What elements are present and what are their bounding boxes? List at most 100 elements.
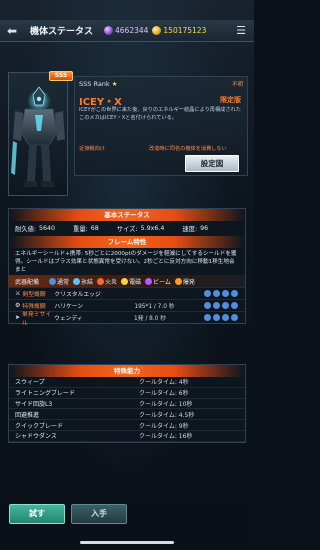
size-value: 5.9x6.4 <box>140 225 165 232</box>
ability-name: 回避推進 <box>15 411 40 419</box>
ability-name: サイド回旋L3 <box>15 400 53 408</box>
element-icon <box>213 302 220 309</box>
legend-item: 火炎 <box>97 277 117 286</box>
weapon-element-icons <box>203 302 239 309</box>
page-title: 機体ステータス <box>30 27 94 37</box>
electric-icon <box>121 277 129 285</box>
ability-row: シャドウダンス クールタイム: 16秒 <box>9 431 245 442</box>
ability-cooldown: クールタイム: 10秒 <box>139 400 193 408</box>
abilities-header: 特殊能力 <box>9 365 245 377</box>
ability-cooldown: クールタイム: 16秒 <box>139 433 193 441</box>
ability-row: クイックブレード クールタイム: 9秒 <box>9 420 245 431</box>
back-arrow-icon: ⬅ <box>6 23 18 38</box>
gem-icon <box>104 26 113 35</box>
rarity-badge: SSS <box>49 71 73 81</box>
ice-icon <box>73 277 81 285</box>
element-icon <box>204 290 211 297</box>
frame-trait-header: フレーム特性 <box>9 236 245 248</box>
damage-type-legend: 通常 氷結 火炎 電磁 ビーム 爆発 <box>49 277 199 286</box>
weapon-name: ウェンディ <box>54 316 83 322</box>
ability-cooldown: クールタイム: 4秒 <box>139 379 189 387</box>
element-icon <box>204 302 211 309</box>
explosion-icon <box>174 277 182 285</box>
frame-trait-text: エネルギーシールド+携帯: 5秒ごとに2000ptのダメージを軽減にしてするシー… <box>15 251 237 273</box>
basic-status-header: 基本ステータス <box>9 209 245 221</box>
blueprint-button[interactable]: 設定図 <box>185 155 239 172</box>
try-button[interactable]: 試す <box>9 504 65 524</box>
legend-label: 火炎 <box>105 278 118 286</box>
element-icon <box>231 314 238 321</box>
size-label: サイズ: <box>116 226 138 233</box>
legend-label: 爆発 <box>182 278 195 286</box>
element-icon <box>231 302 238 309</box>
weapon-row[interactable]: ➤ 単発ミサイル ウェンディ 1発 / 8.0 秒 <box>9 311 245 327</box>
status-note: 不明 <box>231 82 243 88</box>
missile-icon: ➤ <box>15 314 21 321</box>
back-button[interactable]: ⬅ <box>0 20 24 42</box>
fire-icon <box>97 277 105 285</box>
menu-icon: ☰ <box>236 24 246 37</box>
ability-row: サイド回旋L3 クールタイム: 10秒 <box>9 399 245 410</box>
weapon-spec: 195*1 / 7.0 秒 <box>134 304 175 310</box>
menu-button[interactable]: ☰ <box>232 22 250 40</box>
ability-name: シャドウダンス <box>15 433 57 441</box>
gold-coin-icon <box>152 26 162 35</box>
legend-label: 通常 <box>57 278 70 286</box>
ability-cooldown: クールタイム: 4.5秒 <box>139 411 195 419</box>
ability-name: スウィープ <box>15 379 45 387</box>
ability-name: クイックブレード <box>15 422 64 430</box>
normal-icon <box>49 277 57 285</box>
gem-counter: 4662344 <box>104 26 148 35</box>
weapon-name: ハリケーン <box>54 304 84 310</box>
weapon-element-icons <box>203 290 239 297</box>
weapon-spec: 1発 / 8.0 秒 <box>134 316 167 322</box>
durability-label: 耐久値: <box>15 226 37 233</box>
mech-description: ICEYがこの世界に来た後、戻りのエネルギー結晶により再構成されたこのメカはIC… <box>79 107 241 121</box>
ability-cooldown: クールタイム: 9秒 <box>139 422 189 430</box>
durability-value: 5640 <box>39 225 56 232</box>
speed-value: 96 <box>200 225 209 232</box>
weapons-header: 武器配備 通常 氷結 火炎 電磁 ビーム 爆発 <box>9 275 245 287</box>
weapon-type: 単発ミサイル <box>22 311 52 327</box>
legend-item: 氷結 <box>73 277 93 286</box>
top-bar: ⬅ 機体ステータス 4662344 150175123 ☰ <box>0 20 254 42</box>
acquire-button[interactable]: 入手 <box>71 504 127 524</box>
mech-portrait-card: SSS <box>8 71 73 196</box>
speed-label: 速度: <box>182 226 198 233</box>
legend-label: ビーム <box>153 278 171 286</box>
home-indicator[interactable] <box>80 541 174 544</box>
stats-row: 耐久値: 5640 重量: 68 サイズ: 5.9x6.4 速度: 96 <box>9 221 245 236</box>
weapon-name: クリスタルエッジ <box>54 292 101 298</box>
beam-icon <box>145 277 153 285</box>
element-icon <box>222 290 229 297</box>
element-icon <box>222 302 229 309</box>
legend-item: ビーム <box>145 277 171 286</box>
element-icon <box>213 314 220 321</box>
legend-item: 電磁 <box>121 277 141 286</box>
ability-name: ライトニングブレード <box>15 390 76 398</box>
element-icon <box>213 290 220 297</box>
weapon-element-icons <box>203 314 239 321</box>
gem-amount: 4662344 <box>115 26 149 35</box>
weapons-title: 武器配備 <box>15 278 40 286</box>
weapon-type: 剣型概鋼 <box>22 292 46 298</box>
legend-item: 通常 <box>49 277 69 286</box>
legend-label: 氷結 <box>81 278 94 286</box>
weight-label: 重量: <box>73 226 88 233</box>
rank-text: SSS Rank <box>79 80 110 88</box>
rank-label: SSS Rank ★ <box>79 80 118 88</box>
mech-name: ICEY・X <box>79 97 122 108</box>
role-label: 近接戦向け <box>79 146 105 152</box>
ability-row: 回避推進 クールタイム: 4.5秒 <box>9 409 245 421</box>
star-icon: ★ <box>111 80 118 88</box>
weapon-row[interactable]: ⚔ 剣型概鋼 クリスタルエッジ <box>9 287 245 299</box>
weight-value: 68 <box>90 225 99 232</box>
legend-label: 電磁 <box>129 278 142 286</box>
remodel-note: 改造時に同名の機体を消費しない <box>149 146 227 152</box>
legend-item: 爆発 <box>174 277 195 286</box>
ability-row: ライトニングブレード クールタイム: 6秒 <box>9 388 245 399</box>
gold-amount: 150175123 <box>163 26 207 35</box>
sword-icon: ⚔ <box>15 290 21 297</box>
mech-image <box>11 86 65 187</box>
special-weapon-icon: ⚙ <box>15 302 21 309</box>
